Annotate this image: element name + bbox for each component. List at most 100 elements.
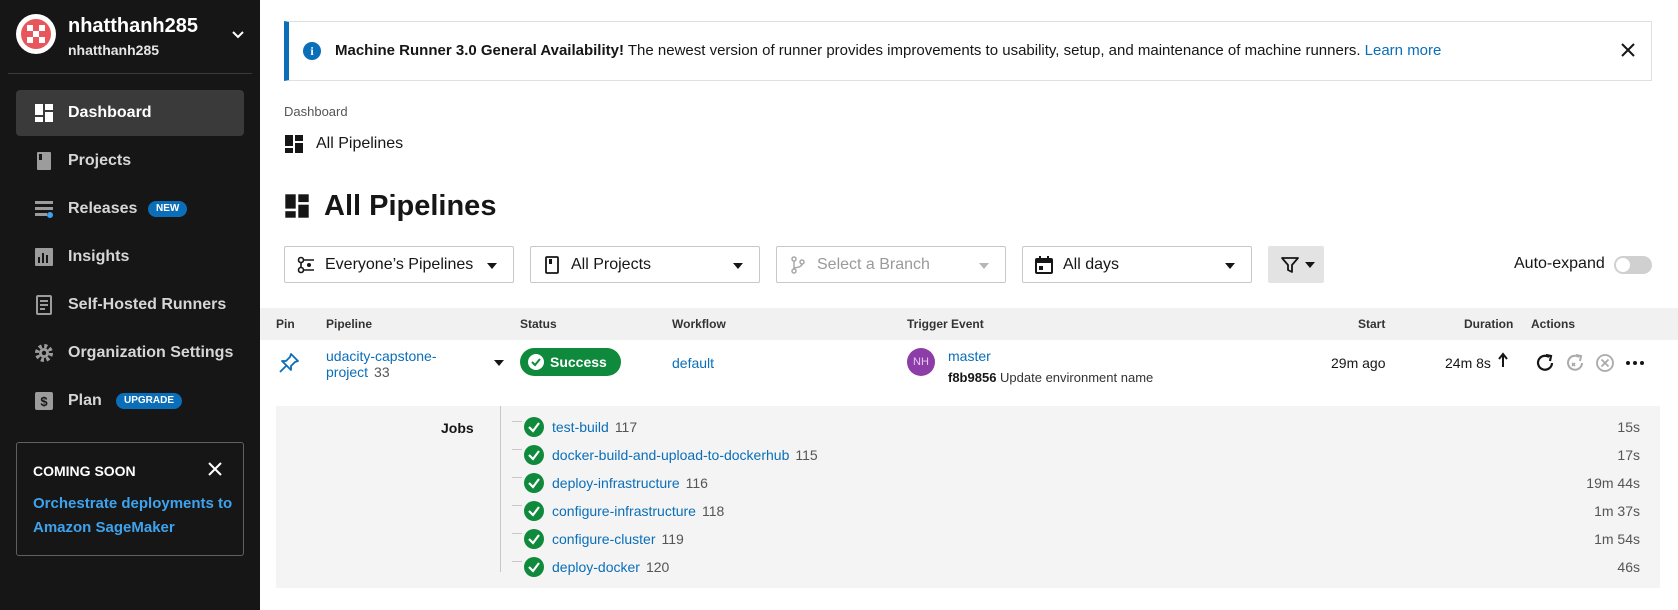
arrow-up-icon — [1498, 352, 1508, 367]
sidebar-item-projects[interactable]: Projects — [16, 138, 244, 184]
book-icon — [545, 256, 559, 274]
dashboard-icon — [35, 104, 53, 122]
status-badge[interactable]: Success — [520, 348, 621, 376]
chevron-down-icon[interactable] — [232, 28, 244, 40]
auto-expand-toggle[interactable] — [1614, 256, 1652, 274]
column-header-trigger-event: Trigger Event — [907, 317, 984, 331]
pipelines-filter-select[interactable]: Everyone’s Pipelines — [284, 246, 514, 283]
job-name[interactable]: docker-build-and-upload-to-dockerhub — [552, 447, 789, 463]
job-name[interactable]: configure-infrastructure — [552, 503, 696, 519]
caret-down-icon — [1225, 263, 1235, 269]
job-connector — [512, 421, 522, 422]
sidebar-item-self-hosted-runners[interactable]: Self-Hosted Runners — [16, 282, 244, 328]
new-badge: NEW — [148, 201, 188, 217]
job-name[interactable]: deploy-docker — [552, 559, 640, 575]
upgrade-badge[interactable]: UPGRADE — [116, 393, 183, 409]
sidebar-item-label: Insights — [68, 248, 130, 265]
job-link[interactable]: configure-infrastructure 118 — [552, 503, 724, 519]
expand-caret-icon[interactable] — [494, 360, 504, 366]
check-circle-icon — [524, 557, 544, 577]
branch-link[interactable]: master — [948, 348, 991, 364]
sidebar-item-label: Self-Hosted Runners — [68, 296, 227, 313]
column-header-pipeline: Pipeline — [326, 317, 373, 331]
job-number: 115 — [795, 447, 818, 463]
workflow-link[interactable]: default — [672, 355, 714, 371]
job-duration: 19m 44s — [1586, 475, 1640, 491]
sidebar-item-label: Plan — [68, 392, 102, 409]
duration: 24m 8s — [1445, 355, 1491, 371]
runner-icon — [36, 295, 52, 315]
sidebar-item-organization-settings[interactable]: Organization Settings — [16, 330, 244, 376]
projects-filter-select[interactable]: All Projects — [530, 246, 760, 283]
job-connector — [512, 477, 522, 478]
pipeline-link[interactable]: udacity-capstone-project 33 — [326, 348, 476, 380]
commit-sha[interactable]: f8b9856 — [948, 370, 996, 385]
pin-icon[interactable] — [278, 352, 300, 374]
sidebar-item-dashboard[interactable]: Dashboard — [16, 90, 244, 136]
commit-info: f8b9856 Update environment name — [948, 370, 1153, 385]
job-number: 120 — [645, 559, 670, 575]
sidebar-item-label: Projects — [68, 152, 132, 169]
job-name[interactable]: deploy-infrastructure — [552, 475, 680, 491]
auto-expand-label: Auto-expand — [1514, 255, 1605, 272]
coming-soon-card: COMING SOON Orchestrate deployments to A… — [16, 442, 244, 556]
sidebar-item-releases[interactable]: Releases NEW — [16, 186, 244, 232]
list-item: deploy-infrastructure 116 19m 44s — [512, 472, 1640, 496]
list-item: test-build 117 15s — [512, 416, 1640, 440]
announcement-banner: i Machine Runner 3.0 General Availabilit… — [284, 21, 1652, 81]
column-header-duration: Duration — [1464, 317, 1514, 331]
job-name[interactable]: test-build — [552, 419, 609, 435]
job-link[interactable]: deploy-infrastructure 116 — [552, 475, 708, 491]
rerun-icon[interactable] — [1534, 352, 1556, 374]
list-item: docker-build-and-upload-to-dockerhub 115 … — [512, 444, 1640, 468]
job-link[interactable]: test-build 117 — [552, 419, 637, 435]
sidebar-item-insights[interactable]: Insights — [16, 234, 244, 280]
dashboard-icon — [285, 194, 309, 218]
advanced-filter-button[interactable] — [1268, 246, 1324, 283]
learn-more-link[interactable]: Learn more — [1365, 42, 1442, 59]
pipelines-table-header: Pin Pipeline Status Workflow Trigger Eve… — [260, 308, 1678, 340]
job-duration: 46s — [1617, 559, 1640, 575]
more-options-icon[interactable] — [1624, 352, 1646, 374]
sidebar-item-plan[interactable]: $ Plan UPGRADE — [16, 378, 244, 424]
close-icon[interactable] — [207, 461, 223, 477]
check-circle-icon — [528, 354, 544, 370]
commit-message: Update environment name — [1000, 370, 1154, 385]
job-connector — [512, 449, 522, 450]
column-header-actions: Actions — [1531, 317, 1576, 331]
org-switcher[interactable]: nhatthanh285 nhatthanh285 — [16, 14, 248, 58]
job-link[interactable]: configure-cluster 119 — [552, 531, 684, 547]
job-link[interactable]: deploy-docker 120 — [552, 559, 669, 575]
jobs-connector — [500, 406, 501, 572]
calendar-icon — [1035, 256, 1053, 274]
branch-filter-select[interactable]: Select a Branch — [776, 246, 1006, 283]
days-filter-select[interactable]: All days — [1022, 246, 1252, 283]
job-connector — [512, 505, 522, 506]
rerun-failed-icon[interactable] — [1564, 352, 1586, 374]
days-filter-value: All days — [1063, 256, 1120, 273]
job-connector — [512, 561, 522, 562]
coming-soon-link[interactable]: Orchestrate deployments to Amazon SageMa… — [33, 492, 233, 540]
banner-headline: Machine Runner 3.0 General Availability! — [335, 42, 624, 59]
job-number: 116 — [685, 475, 708, 491]
jobs-label: Jobs — [441, 420, 474, 436]
job-link[interactable]: docker-build-and-upload-to-dockerhub 115 — [552, 447, 818, 463]
breadcrumb[interactable]: Dashboard — [284, 104, 348, 119]
job-duration: 1m 54s — [1594, 531, 1640, 547]
caret-down-icon — [979, 263, 989, 269]
book-icon — [37, 152, 51, 170]
sidebar-item-label: Dashboard — [68, 104, 152, 121]
sidebar-divider — [8, 73, 252, 74]
cancel-icon[interactable] — [1594, 352, 1616, 374]
page-title: All Pipelines — [324, 190, 497, 222]
column-header-pin: Pin — [276, 317, 295, 331]
avatar: NH — [907, 348, 935, 376]
list-item: configure-cluster 119 1m 54s — [512, 528, 1640, 552]
pipelines-icon — [297, 256, 314, 274]
close-icon[interactable] — [1621, 43, 1635, 57]
column-header-status: Status — [520, 317, 557, 331]
job-duration: 15s — [1617, 419, 1640, 435]
banner-body: The newest version of runner provides im… — [623, 42, 1365, 59]
check-circle-icon — [524, 473, 544, 493]
job-name[interactable]: configure-cluster — [552, 531, 656, 547]
